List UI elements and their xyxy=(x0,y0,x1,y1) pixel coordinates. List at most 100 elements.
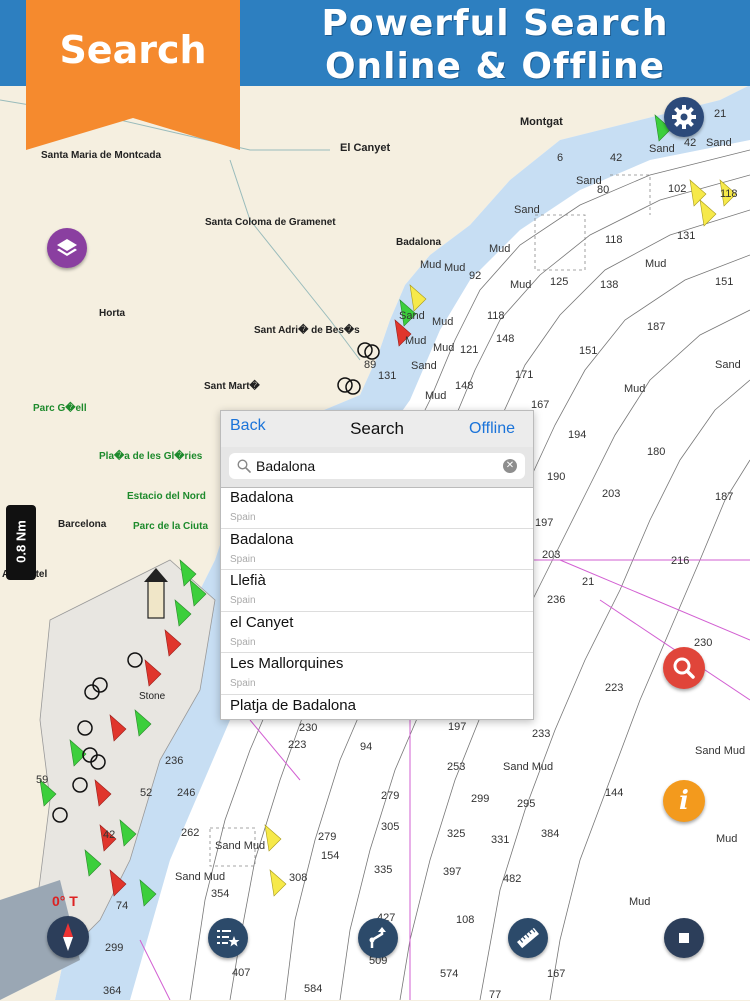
search-result-item[interactable]: Platja de Badalona xyxy=(221,695,533,736)
depth-sounding: 151 xyxy=(579,345,598,357)
depth-sounding: Mud xyxy=(444,262,466,274)
place-parc-guell: Parc G�ell xyxy=(33,403,87,414)
depth-sounding: Mud xyxy=(425,390,447,402)
depth-sounding: 216 xyxy=(671,555,690,567)
compass-heading: 0° T xyxy=(52,893,78,909)
depth-sounding: 236 xyxy=(165,755,184,767)
depth-sounding: 279 xyxy=(381,790,400,802)
back-button[interactable]: Back xyxy=(230,417,266,435)
ribbon-label: Search xyxy=(59,28,207,72)
depth-sounding: 308 xyxy=(289,872,308,884)
depth-sounding: 121 xyxy=(460,344,479,356)
place-santa-coloma: Santa Coloma de Gramenet xyxy=(205,217,336,228)
depth-sounding: Mud xyxy=(716,833,738,845)
depth-sounding: 194 xyxy=(568,429,587,441)
search-input[interactable] xyxy=(256,455,496,477)
depth-sounding: Mud xyxy=(489,243,511,255)
depth-sounding: 253 xyxy=(447,761,466,773)
depth-sounding: 187 xyxy=(715,491,734,503)
depth-sounding: 118 xyxy=(720,188,738,200)
search-result-item[interactable]: Llefià Spain xyxy=(221,570,533,612)
result-country: Spain xyxy=(230,678,256,690)
depth-sounding: 203 xyxy=(542,549,561,561)
result-name: Llefià xyxy=(230,572,266,590)
result-name: Les Mallorquines xyxy=(230,655,344,673)
depth-sounding: 171 xyxy=(515,369,534,381)
compass-button[interactable] xyxy=(47,916,89,958)
search-result-item[interactable]: el Canyet Spain xyxy=(221,612,533,654)
depth-sounding: Sand Mud xyxy=(503,761,554,773)
clear-search-button[interactable]: ✕ xyxy=(503,459,517,473)
place-el-canyet: El Canyet xyxy=(340,142,391,154)
depth-sounding: Mud xyxy=(624,383,646,395)
info-button[interactable]: i xyxy=(663,780,705,822)
depth-sounding: 21 xyxy=(582,576,595,588)
depth-sounding: 384 xyxy=(541,828,560,840)
depth-sounding: 108 xyxy=(456,914,475,926)
depth-sounding: Mud xyxy=(645,258,667,270)
offline-button[interactable]: Offline xyxy=(469,420,515,438)
depth-sounding: 354 xyxy=(211,888,230,900)
depth-sounding: 203 xyxy=(602,488,621,500)
depth-sounding: Sand xyxy=(411,360,437,372)
compass-icon xyxy=(63,923,73,951)
magnifier-icon xyxy=(673,657,695,679)
depth-sounding: 89 xyxy=(364,359,377,371)
depth-sounding: 364 xyxy=(103,985,122,997)
depth-sounding: Sand xyxy=(399,310,425,322)
search-result-item[interactable]: Les Mallorquines Spain xyxy=(221,653,533,695)
search-result-item[interactable]: Badalona Spain xyxy=(221,529,533,571)
depth-sounding: 262 xyxy=(181,827,200,839)
depth-sounding: 52 xyxy=(140,787,153,799)
depth-sounding: Mud xyxy=(432,316,454,328)
place-horta: Horta xyxy=(99,308,126,319)
gear-icon xyxy=(672,105,696,129)
depth-sounding: 125 xyxy=(550,276,569,288)
stop-icon xyxy=(679,933,689,943)
depth-sounding: 42 xyxy=(103,829,116,841)
favorites-button[interactable] xyxy=(208,918,248,958)
search-result-item[interactable]: Badalona Spain xyxy=(221,487,533,529)
depth-sounding: 397 xyxy=(443,866,462,878)
search-icon xyxy=(237,459,251,473)
layers-button[interactable] xyxy=(47,228,87,268)
depth-sounding: 223 xyxy=(605,682,624,694)
result-name: Badalona xyxy=(230,489,294,506)
depth-sounding: 233 xyxy=(532,728,551,740)
depth-sounding: Sand xyxy=(649,143,675,155)
depth-sounding: 295 xyxy=(517,798,536,810)
search-map-button[interactable] xyxy=(663,647,705,689)
depth-sounding: 74 xyxy=(116,900,129,912)
settings-button[interactable] xyxy=(664,97,704,137)
depth-sounding: 42 xyxy=(610,152,623,164)
depth-sounding: 246 xyxy=(177,787,196,799)
measure-button[interactable] xyxy=(508,918,548,958)
stop-button[interactable] xyxy=(664,918,704,958)
depth-sounding: 230 xyxy=(694,637,713,649)
route-button[interactable] xyxy=(358,918,398,958)
result-country: Spain xyxy=(230,636,256,648)
search-field[interactable]: ✕ xyxy=(229,453,525,479)
result-name: el Canyet xyxy=(230,613,294,631)
depth-sounding: 118 xyxy=(605,234,623,246)
search-results-list: Badalona Spain Badalona Spain Llefià Spa… xyxy=(221,487,533,736)
search-panel: Search Back Offline ✕ Badalona Spain Bad… xyxy=(220,410,534,720)
place-estacio-nord: Estacio del Nord xyxy=(127,491,206,502)
depth-sounding: 335 xyxy=(374,864,393,876)
depth-sounding: 148 xyxy=(455,380,474,392)
banner-title-line1: Powerful Search xyxy=(321,3,669,44)
depth-sounding: 138 xyxy=(600,279,619,291)
depth-sounding: Sand xyxy=(715,359,741,371)
result-country: Spain xyxy=(230,595,256,607)
depth-sounding: 187 xyxy=(647,321,666,333)
depth-sounding: 325 xyxy=(447,828,466,840)
search-panel-header: Search Back Offline xyxy=(221,411,533,448)
depth-sounding: Sand Mud xyxy=(175,871,226,883)
place-stone: Stone xyxy=(139,691,166,702)
depth-sounding: Mud xyxy=(420,259,442,271)
depth-sounding: 6 xyxy=(557,152,564,164)
depth-sounding: 299 xyxy=(105,942,124,954)
depth-sounding: 59 xyxy=(36,774,49,786)
depth-sounding: 131 xyxy=(378,370,397,382)
depth-sounding: 305 xyxy=(381,821,400,833)
